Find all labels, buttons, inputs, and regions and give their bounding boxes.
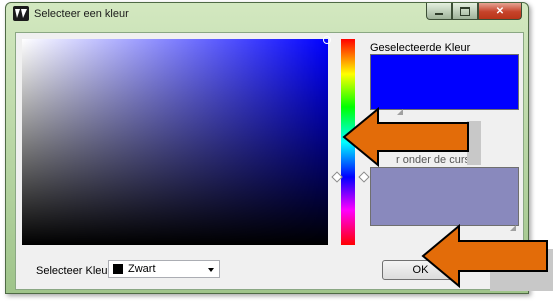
color-cursor-marker[interactable]: [323, 36, 331, 44]
color-swatch-icon: [113, 264, 123, 274]
chevron-down-icon: [208, 268, 214, 272]
hue-slider-right-handle[interactable]: [358, 171, 370, 183]
maximize-button[interactable]: [452, 3, 478, 20]
orange-arrow-icon: [342, 107, 469, 168]
close-icon: ✕: [495, 5, 505, 17]
close-button[interactable]: ✕: [478, 3, 522, 20]
minimize-icon: [435, 13, 443, 15]
color-name: Zwart: [128, 263, 156, 275]
black-gradient: [22, 39, 328, 245]
selected-color-label: Geselecteerde Kleur: [370, 42, 471, 54]
orange-arrow-icon: [421, 224, 548, 288]
selected-color-swatch: [370, 54, 519, 110]
color-dropdown[interactable]: Zwart: [108, 260, 220, 278]
select-color-label: Selecteer Kleur: [36, 265, 112, 277]
window-title: Selecteer een kleur: [34, 8, 129, 20]
title-bar[interactable]: Selecteer een kleur ✕: [6, 3, 528, 25]
cursor-color-swatch: [370, 167, 519, 226]
minimize-button[interactable]: [426, 3, 452, 20]
window-controls: ✕: [426, 3, 522, 20]
app-icon: [13, 6, 29, 21]
maximize-icon: [460, 6, 470, 16]
saturation-value-field[interactable]: [22, 36, 331, 245]
